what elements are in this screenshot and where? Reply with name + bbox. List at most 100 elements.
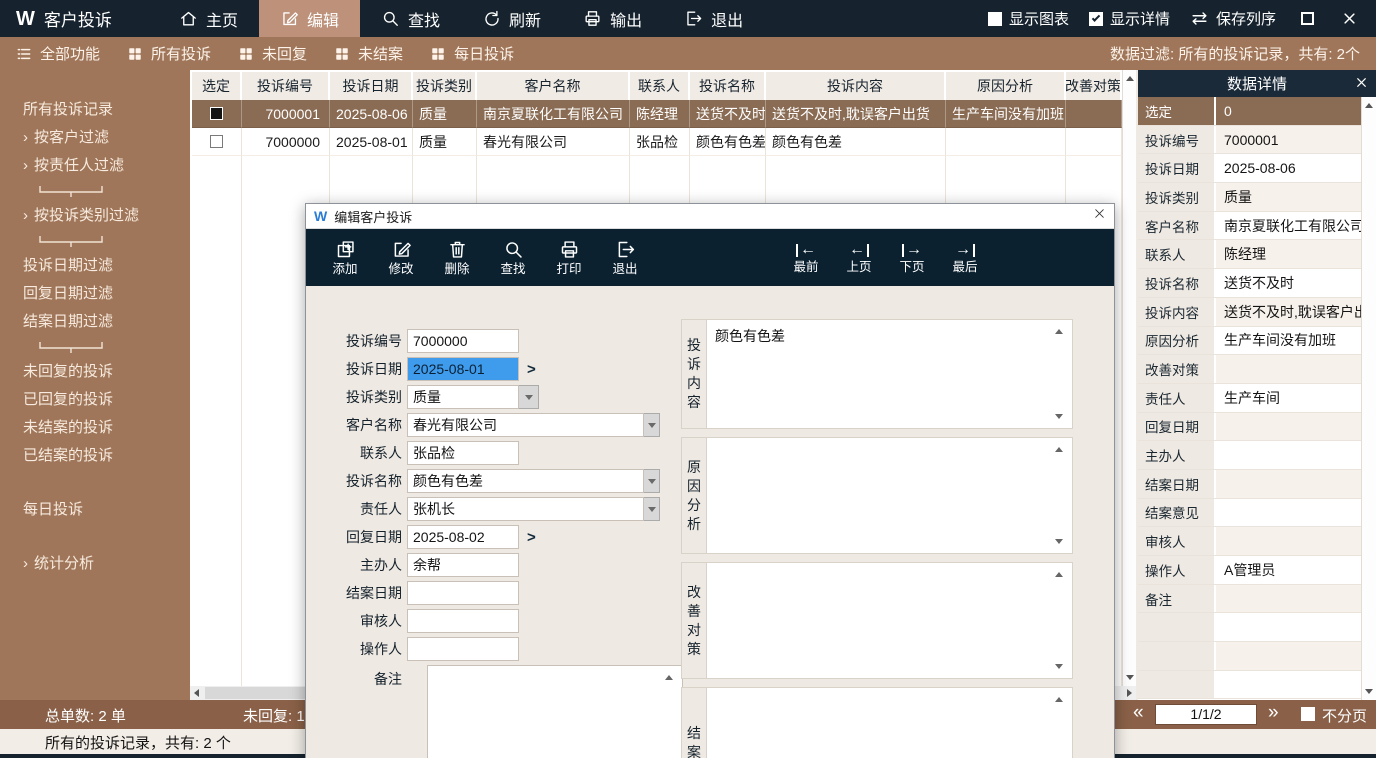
detail-row[interactable]: 主办人 <box>1138 441 1361 470</box>
detail-scroll-up-icon[interactable] <box>1365 103 1373 108</box>
quickbar-item-3[interactable]: 未回复 <box>238 43 307 64</box>
page-prev-button[interactable]: « <box>1133 702 1144 724</box>
column-header[interactable]: 改善对策 <box>1066 72 1122 100</box>
column-header[interactable]: 客户名称 <box>477 72 630 100</box>
quickbar-item-2[interactable]: 所有投诉 <box>127 43 211 64</box>
dialog-button-exit[interactable]: 退出 <box>604 239 646 276</box>
column-header[interactable]: 投诉编号 <box>242 72 330 100</box>
scroll-down-icon[interactable] <box>1126 675 1134 680</box>
dropdown-button[interactable] <box>519 385 539 409</box>
detail-row[interactable]: 原因分析生产车间没有加班 <box>1138 327 1361 356</box>
textarea-scroll-up-icon[interactable] <box>1055 329 1063 334</box>
form-field-input[interactable] <box>407 637 519 661</box>
detail-scroll-down-icon[interactable] <box>1365 689 1373 694</box>
date-picker-button[interactable]: > <box>527 361 536 378</box>
row-select-cell[interactable] <box>192 100 242 128</box>
dialog-close-button[interactable] <box>1093 207 1106 225</box>
sidebar-item[interactable]: 回复日期过滤 <box>0 280 190 308</box>
form-field-input[interactable]: 质量 <box>407 385 519 409</box>
sidebar-item[interactable]: ›按客户过滤 <box>0 124 190 152</box>
sidebar-item[interactable]: 投诉日期过滤 <box>0 252 190 280</box>
dialog-nav-prev[interactable]: ←上页 <box>842 241 876 274</box>
sidebar-item[interactable]: 已回复的投诉 <box>0 386 190 414</box>
detail-close-button[interactable] <box>1355 76 1368 93</box>
detail-row[interactable]: 回复日期 <box>1138 413 1361 442</box>
detail-row[interactable]: 选定0 <box>1138 97 1361 126</box>
form-field-input[interactable]: 余帮 <box>407 553 519 577</box>
dialog-button-edit[interactable]: 修改 <box>380 239 422 276</box>
textarea-scroll-up-icon[interactable] <box>1055 697 1063 702</box>
no-paging-checkbox[interactable] <box>1301 707 1315 721</box>
dialog-button-delete[interactable]: 删除 <box>436 239 478 276</box>
sidebar-item[interactable]: 已结案的投诉 <box>0 442 190 470</box>
textarea-scroll-down-icon[interactable] <box>1055 539 1063 544</box>
dialog-button-add[interactable]: 添加 <box>324 239 366 276</box>
sidebar-item[interactable]: ›按责任人过滤 <box>0 152 190 180</box>
form-field-input[interactable]: 2025-08-01 <box>407 357 519 381</box>
table-vertical-scrollbar[interactable] <box>1122 70 1136 686</box>
menu-item-exit[interactable]: 退出 <box>663 0 764 37</box>
detail-scrollbar[interactable] <box>1361 97 1376 700</box>
table-row[interactable]: 70000002025-08-01质量春光有限公司张品检颜色有色差颜色有色差 <box>192 128 1122 156</box>
menu-item-refresh[interactable]: 刷新 <box>461 0 562 37</box>
dropdown-button[interactable] <box>644 497 660 521</box>
form-field-input[interactable] <box>407 581 519 605</box>
scroll-left-icon[interactable] <box>194 689 199 697</box>
maximize-button[interactable] <box>1296 8 1318 30</box>
quickbar-item-1[interactable]: 全部功能 <box>16 43 100 64</box>
detail-row[interactable] <box>1138 613 1361 642</box>
column-header[interactable]: 投诉类别 <box>413 72 477 100</box>
row-select-cell[interactable] <box>192 128 242 156</box>
group-textarea[interactable]: 颜色有色差 <box>706 320 1072 428</box>
detail-row[interactable]: 联系人陈经理 <box>1138 240 1361 269</box>
dropdown-button[interactable] <box>644 469 660 493</box>
show-detail-toggle[interactable]: 显示详情 <box>1089 8 1170 29</box>
row-checkbox[interactable] <box>210 135 223 148</box>
form-field-input[interactable]: 春光有限公司 <box>407 413 644 437</box>
textarea-scroll-down-icon[interactable] <box>1055 664 1063 669</box>
show-chart-checkbox[interactable] <box>988 12 1002 26</box>
detail-row[interactable]: 审核人 <box>1138 527 1361 556</box>
detail-row[interactable]: 投诉名称送货不及时 <box>1138 269 1361 298</box>
scroll-up-icon[interactable] <box>1126 76 1134 81</box>
column-header[interactable]: 投诉名称 <box>690 72 766 100</box>
textarea-scroll-down-icon[interactable] <box>1055 414 1063 419</box>
show-detail-checkbox[interactable] <box>1089 12 1103 26</box>
sidebar-item[interactable]: ›按投诉类别过滤 <box>0 202 190 230</box>
save-column-order-button[interactable]: 保存列序 <box>1190 8 1276 29</box>
dialog-button-print[interactable]: 打印 <box>548 239 590 276</box>
menu-item-search[interactable]: 查找 <box>360 0 461 37</box>
detail-row[interactable]: 备注 <box>1138 585 1361 614</box>
detail-row[interactable] <box>1138 642 1361 671</box>
detail-row[interactable]: 投诉编号7000001 <box>1138 126 1361 155</box>
textarea-scroll-up-icon[interactable] <box>1055 447 1063 452</box>
form-field-input[interactable]: 张品检 <box>407 441 519 465</box>
dropdown-button[interactable] <box>644 413 660 437</box>
date-picker-button[interactable]: > <box>527 529 536 546</box>
dialog-nav-next[interactable]: →下页 <box>895 241 929 274</box>
sidebar-item[interactable]: 所有投诉记录 <box>0 96 190 124</box>
detail-row[interactable]: 客户名称南京夏联化工有限公司 <box>1138 212 1361 241</box>
column-header[interactable]: 联系人 <box>630 72 690 100</box>
memo-scroll-up-icon[interactable] <box>665 675 673 680</box>
dialog-nav-last[interactable]: →最后 <box>948 241 982 274</box>
sidebar-item[interactable]: ›统计分析 <box>0 550 190 578</box>
menu-item-print[interactable]: 输出 <box>562 0 663 37</box>
page-indicator-input[interactable]: 1/1/2 <box>1155 704 1257 725</box>
close-button[interactable] <box>1338 8 1360 30</box>
detail-row[interactable] <box>1138 671 1361 700</box>
sidebar-item[interactable]: 结案日期过滤 <box>0 308 190 336</box>
menu-item-home[interactable]: 主页 <box>158 0 259 37</box>
form-field-input[interactable]: 张机长 <box>407 497 644 521</box>
detail-row[interactable]: 投诉类别质量 <box>1138 183 1361 212</box>
sidebar-item[interactable]: 未结案的投诉 <box>0 414 190 442</box>
show-chart-toggle[interactable]: 显示图表 <box>988 8 1069 29</box>
group-textarea[interactable] <box>706 688 1072 758</box>
detail-row[interactable]: 投诉内容送货不及时,耽误客户出货 <box>1138 298 1361 327</box>
form-field-input[interactable] <box>407 609 519 633</box>
form-field-input[interactable]: 颜色有色差 <box>407 469 644 493</box>
detail-row[interactable]: 投诉日期2025-08-06 <box>1138 154 1361 183</box>
form-field-input[interactable]: 7000000 <box>407 329 519 353</box>
sidebar-item[interactable]: 每日投诉 <box>0 496 190 524</box>
dialog-titlebar[interactable]: W 编辑客户投诉 <box>306 204 1114 229</box>
